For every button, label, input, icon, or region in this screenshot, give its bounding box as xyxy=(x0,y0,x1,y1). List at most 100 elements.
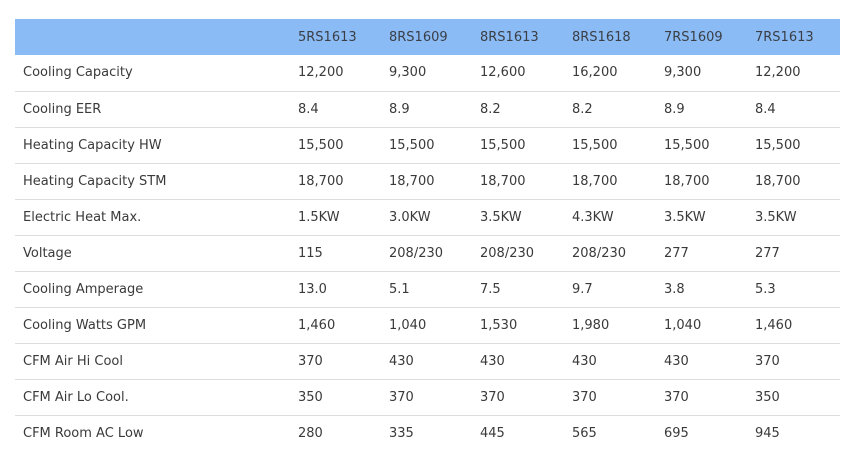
row-label: CFM Air Lo Cool. xyxy=(23,389,129,405)
table-cell: 370 xyxy=(572,389,597,405)
table-cell: 350 xyxy=(298,389,323,405)
table-cell: 7.5 xyxy=(480,281,501,297)
table-cell: 350 xyxy=(755,389,780,405)
table-cell: 12,200 xyxy=(755,65,801,81)
table-cell: 695 xyxy=(664,425,689,441)
table-cell: 3.5KW xyxy=(755,209,797,225)
table-cell: 18,700 xyxy=(664,173,710,189)
header-cell-model: 8RS1618 xyxy=(572,29,631,45)
table-cell: 115 xyxy=(298,245,323,261)
table-cell: 208/230 xyxy=(572,245,627,261)
table-cell: 9,300 xyxy=(664,65,702,81)
table-cell: 8.9 xyxy=(664,101,685,117)
table-cell: 277 xyxy=(664,245,689,261)
table-cell: 1,460 xyxy=(755,317,793,333)
table-cell: 430 xyxy=(572,353,597,369)
table-cell: 1.5KW xyxy=(298,209,340,225)
table-cell: 16,200 xyxy=(572,65,618,81)
table-body: Cooling Capacity 12,200 9,300 12,600 16,… xyxy=(15,55,840,451)
table-cell: 370 xyxy=(298,353,323,369)
table-cell: 18,700 xyxy=(298,173,344,189)
table-cell: 9.7 xyxy=(572,281,593,297)
table-cell: 1,460 xyxy=(298,317,336,333)
table-cell: 445 xyxy=(480,425,505,441)
table-cell: 430 xyxy=(389,353,414,369)
table-cell: 370 xyxy=(755,353,780,369)
row-label: Cooling Amperage xyxy=(23,281,144,297)
row-label: Cooling Watts GPM xyxy=(23,317,147,333)
table-cell: 18,700 xyxy=(755,173,801,189)
row-label: Heating Capacity STM xyxy=(23,173,167,189)
table-cell: 430 xyxy=(480,353,505,369)
table-cell: 430 xyxy=(664,353,689,369)
header-cell-model: 8RS1609 xyxy=(389,29,448,45)
table-row: Cooling Watts GPM 1,460 1,040 1,530 1,98… xyxy=(15,307,840,343)
table-cell: 1,040 xyxy=(389,317,427,333)
table-row: Heating Capacity STM 18,700 18,700 18,70… xyxy=(15,163,840,199)
table-row: CFM Room AC Low 280 335 445 565 695 945 xyxy=(15,415,840,451)
table-cell: 8.4 xyxy=(298,101,319,117)
table-row: Voltage 115 208/230 208/230 208/230 277 … xyxy=(15,235,840,271)
header-cell-model: 7RS1613 xyxy=(755,29,814,45)
row-label: CFM Air Hi Cool xyxy=(23,353,124,369)
table-cell: 13.0 xyxy=(298,281,327,297)
table-cell: 277 xyxy=(755,245,780,261)
table-row: Heating Capacity HW 15,500 15,500 15,500… xyxy=(15,127,840,163)
table-cell: 208/230 xyxy=(480,245,535,261)
table-row: Electric Heat Max. 1.5KW 3.0KW 3.5KW 4.3… xyxy=(15,199,840,235)
table-cell: 8.2 xyxy=(572,101,593,117)
header-cell-blank xyxy=(15,19,290,55)
table-cell: 5.1 xyxy=(389,281,410,297)
row-label: Cooling EER xyxy=(23,101,102,117)
table-row: Cooling Amperage 13.0 5.1 7.5 9.7 3.8 5.… xyxy=(15,271,840,307)
row-label: Heating Capacity HW xyxy=(23,137,162,153)
table-cell: 15,500 xyxy=(572,137,618,153)
table-row: CFM Air Lo Cool. 350 370 370 370 370 350 xyxy=(15,379,840,415)
table-cell: 370 xyxy=(664,389,689,405)
table-cell: 18,700 xyxy=(389,173,435,189)
header-row: 5RS1613 8RS1609 8RS1613 8RS1618 7RS1609 … xyxy=(15,19,840,55)
table-cell: 9,300 xyxy=(389,65,427,81)
row-label: Voltage xyxy=(23,245,72,261)
table-cell: 8.4 xyxy=(755,101,776,117)
row-label: Cooling Capacity xyxy=(23,65,133,81)
table-cell: 15,500 xyxy=(298,137,344,153)
table-cell: 370 xyxy=(389,389,414,405)
table-cell: 15,500 xyxy=(480,137,526,153)
spec-table: 5RS1613 8RS1609 8RS1613 8RS1618 7RS1609 … xyxy=(15,19,840,451)
table-row: Cooling Capacity 12,200 9,300 12,600 16,… xyxy=(15,55,840,91)
table-cell: 12,600 xyxy=(480,65,526,81)
table-cell: 1,040 xyxy=(664,317,702,333)
table-cell: 18,700 xyxy=(480,173,526,189)
table-cell: 370 xyxy=(480,389,505,405)
table-cell: 8.2 xyxy=(480,101,501,117)
table-cell: 565 xyxy=(572,425,597,441)
header-cell-model: 8RS1613 xyxy=(480,29,539,45)
row-label: CFM Room AC Low xyxy=(23,425,144,441)
table-cell: 3.8 xyxy=(664,281,685,297)
table-cell: 4.3KW xyxy=(572,209,614,225)
table-cell: 3.5KW xyxy=(664,209,706,225)
table-cell: 15,500 xyxy=(755,137,801,153)
table-cell: 8.9 xyxy=(389,101,410,117)
table-cell: 945 xyxy=(755,425,780,441)
table-row: Cooling EER 8.4 8.9 8.2 8.2 8.9 8.4 xyxy=(15,91,840,127)
table-cell: 3.5KW xyxy=(480,209,522,225)
spec-table-container: 5RS1613 8RS1609 8RS1613 8RS1618 7RS1609 … xyxy=(15,19,840,451)
table-cell: 208/230 xyxy=(389,245,444,261)
table-cell: 280 xyxy=(298,425,323,441)
table-cell: 15,500 xyxy=(389,137,435,153)
row-label: Electric Heat Max. xyxy=(23,209,142,225)
table-cell: 3.0KW xyxy=(389,209,431,225)
table-header: 5RS1613 8RS1609 8RS1613 8RS1618 7RS1609 … xyxy=(15,19,840,55)
table-cell: 1,980 xyxy=(572,317,610,333)
table-cell: 5.3 xyxy=(755,281,776,297)
header-cell-model: 5RS1613 xyxy=(298,29,357,45)
table-cell: 12,200 xyxy=(298,65,344,81)
table-cell: 335 xyxy=(389,425,414,441)
table-cell: 1,530 xyxy=(480,317,518,333)
table-cell: 15,500 xyxy=(664,137,710,153)
table-cell: 18,700 xyxy=(572,173,618,189)
header-cell-model: 7RS1609 xyxy=(664,29,723,45)
table-row: CFM Air Hi Cool 370 430 430 430 430 370 xyxy=(15,343,840,379)
